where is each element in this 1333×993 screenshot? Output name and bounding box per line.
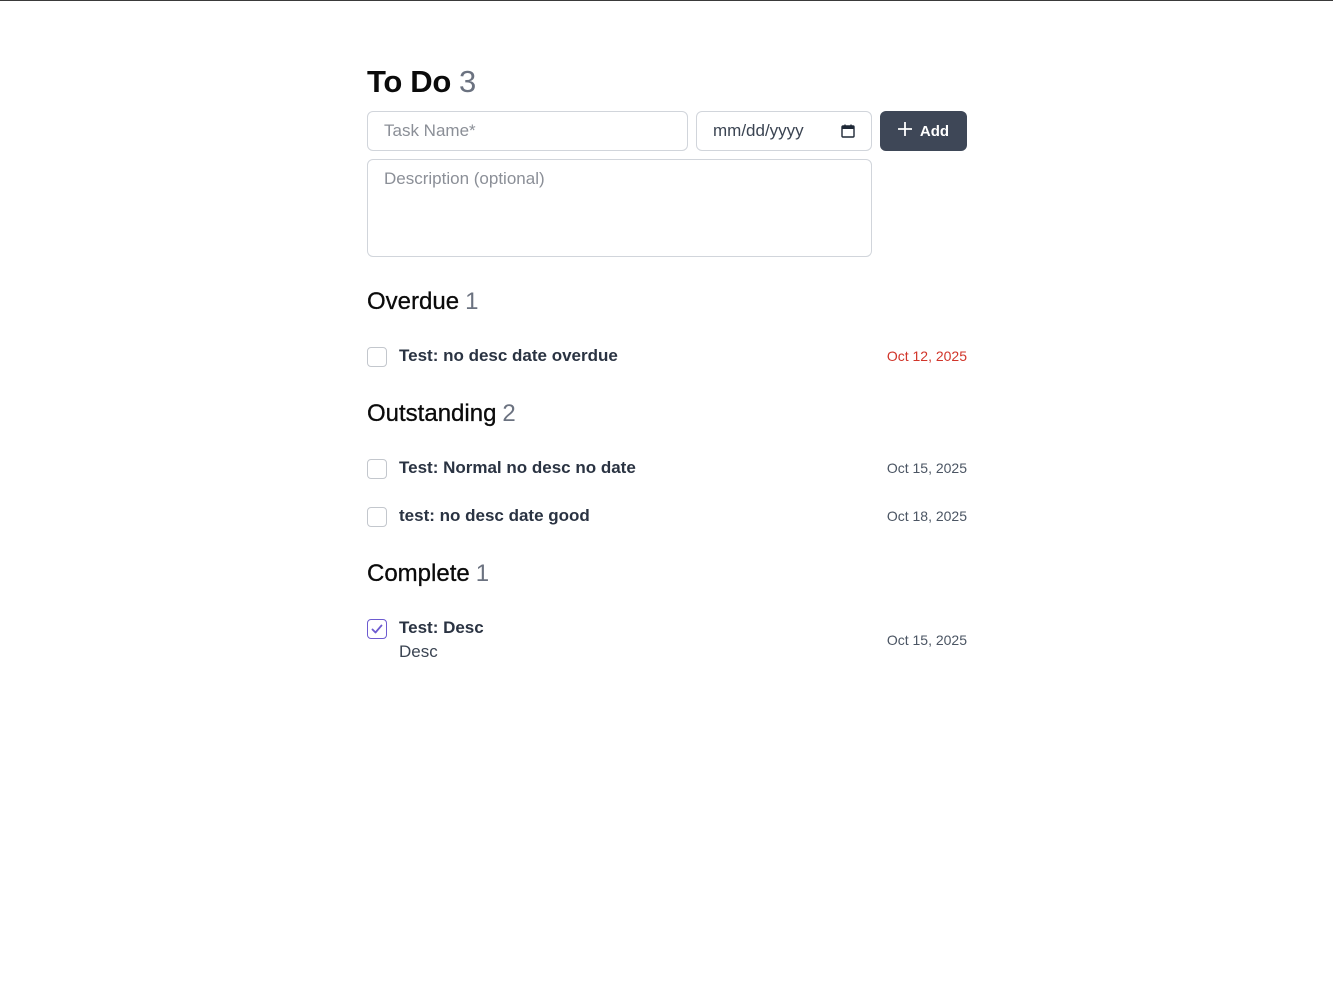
task-name-input[interactable] [367, 111, 688, 151]
page-title: To Do [367, 64, 452, 99]
task-row: test: no desc date good Oct 18, 2025 [367, 505, 967, 529]
task-name: Test: no desc date overdue [399, 346, 618, 365]
total-count: 3 [459, 64, 477, 99]
task-due-date: Oct 12, 2025 [886, 348, 967, 364]
task-due-date: Oct 18, 2025 [886, 508, 967, 524]
checkmark-icon [371, 624, 383, 634]
section-heading-complete: Complete 1 [367, 560, 489, 592]
add-button-label: Add [919, 122, 950, 140]
task-due-date: Oct 15, 2025 [886, 632, 967, 648]
task-checkbox[interactable] [367, 507, 387, 527]
task-checkbox-checked[interactable] [367, 619, 387, 639]
add-task-button[interactable]: Add [880, 111, 967, 151]
task-name: Test: Desc [399, 618, 484, 637]
plus-icon [897, 121, 913, 140]
section-title: Overdue [367, 288, 460, 315]
task-description: Desc [399, 642, 438, 661]
top-border [0, 0, 1333, 1]
section-title: Complete [367, 560, 470, 587]
calendar-icon[interactable] [841, 124, 855, 138]
section-title: Outstanding [367, 400, 497, 427]
section-count: 2 [502, 400, 516, 427]
task-name: test: no desc date good [399, 506, 590, 525]
page-header: To Do 3 [367, 64, 476, 104]
date-placeholder: mm/dd/yyyy [713, 121, 804, 140]
section-count: 1 [475, 560, 490, 587]
task-name: Test: Normal no desc no date [399, 458, 636, 477]
task-due-date: Oct 15, 2025 [886, 460, 967, 476]
task-checkbox[interactable] [367, 347, 387, 367]
task-row: Test: no desc date overdue Oct 12, 2025 [367, 345, 967, 369]
section-heading-overdue: Overdue 1 [367, 288, 479, 320]
task-row: Test: Normal no desc no date Oct 15, 202… [367, 457, 967, 481]
task-checkbox[interactable] [367, 459, 387, 479]
section-heading-outstanding: Outstanding 2 [367, 400, 516, 432]
section-count: 1 [465, 288, 479, 315]
due-date-input[interactable]: mm/dd/yyyy [696, 111, 872, 151]
task-row: Test: Desc Desc Oct 15, 2025 [367, 617, 967, 665]
description-input[interactable] [367, 159, 872, 257]
